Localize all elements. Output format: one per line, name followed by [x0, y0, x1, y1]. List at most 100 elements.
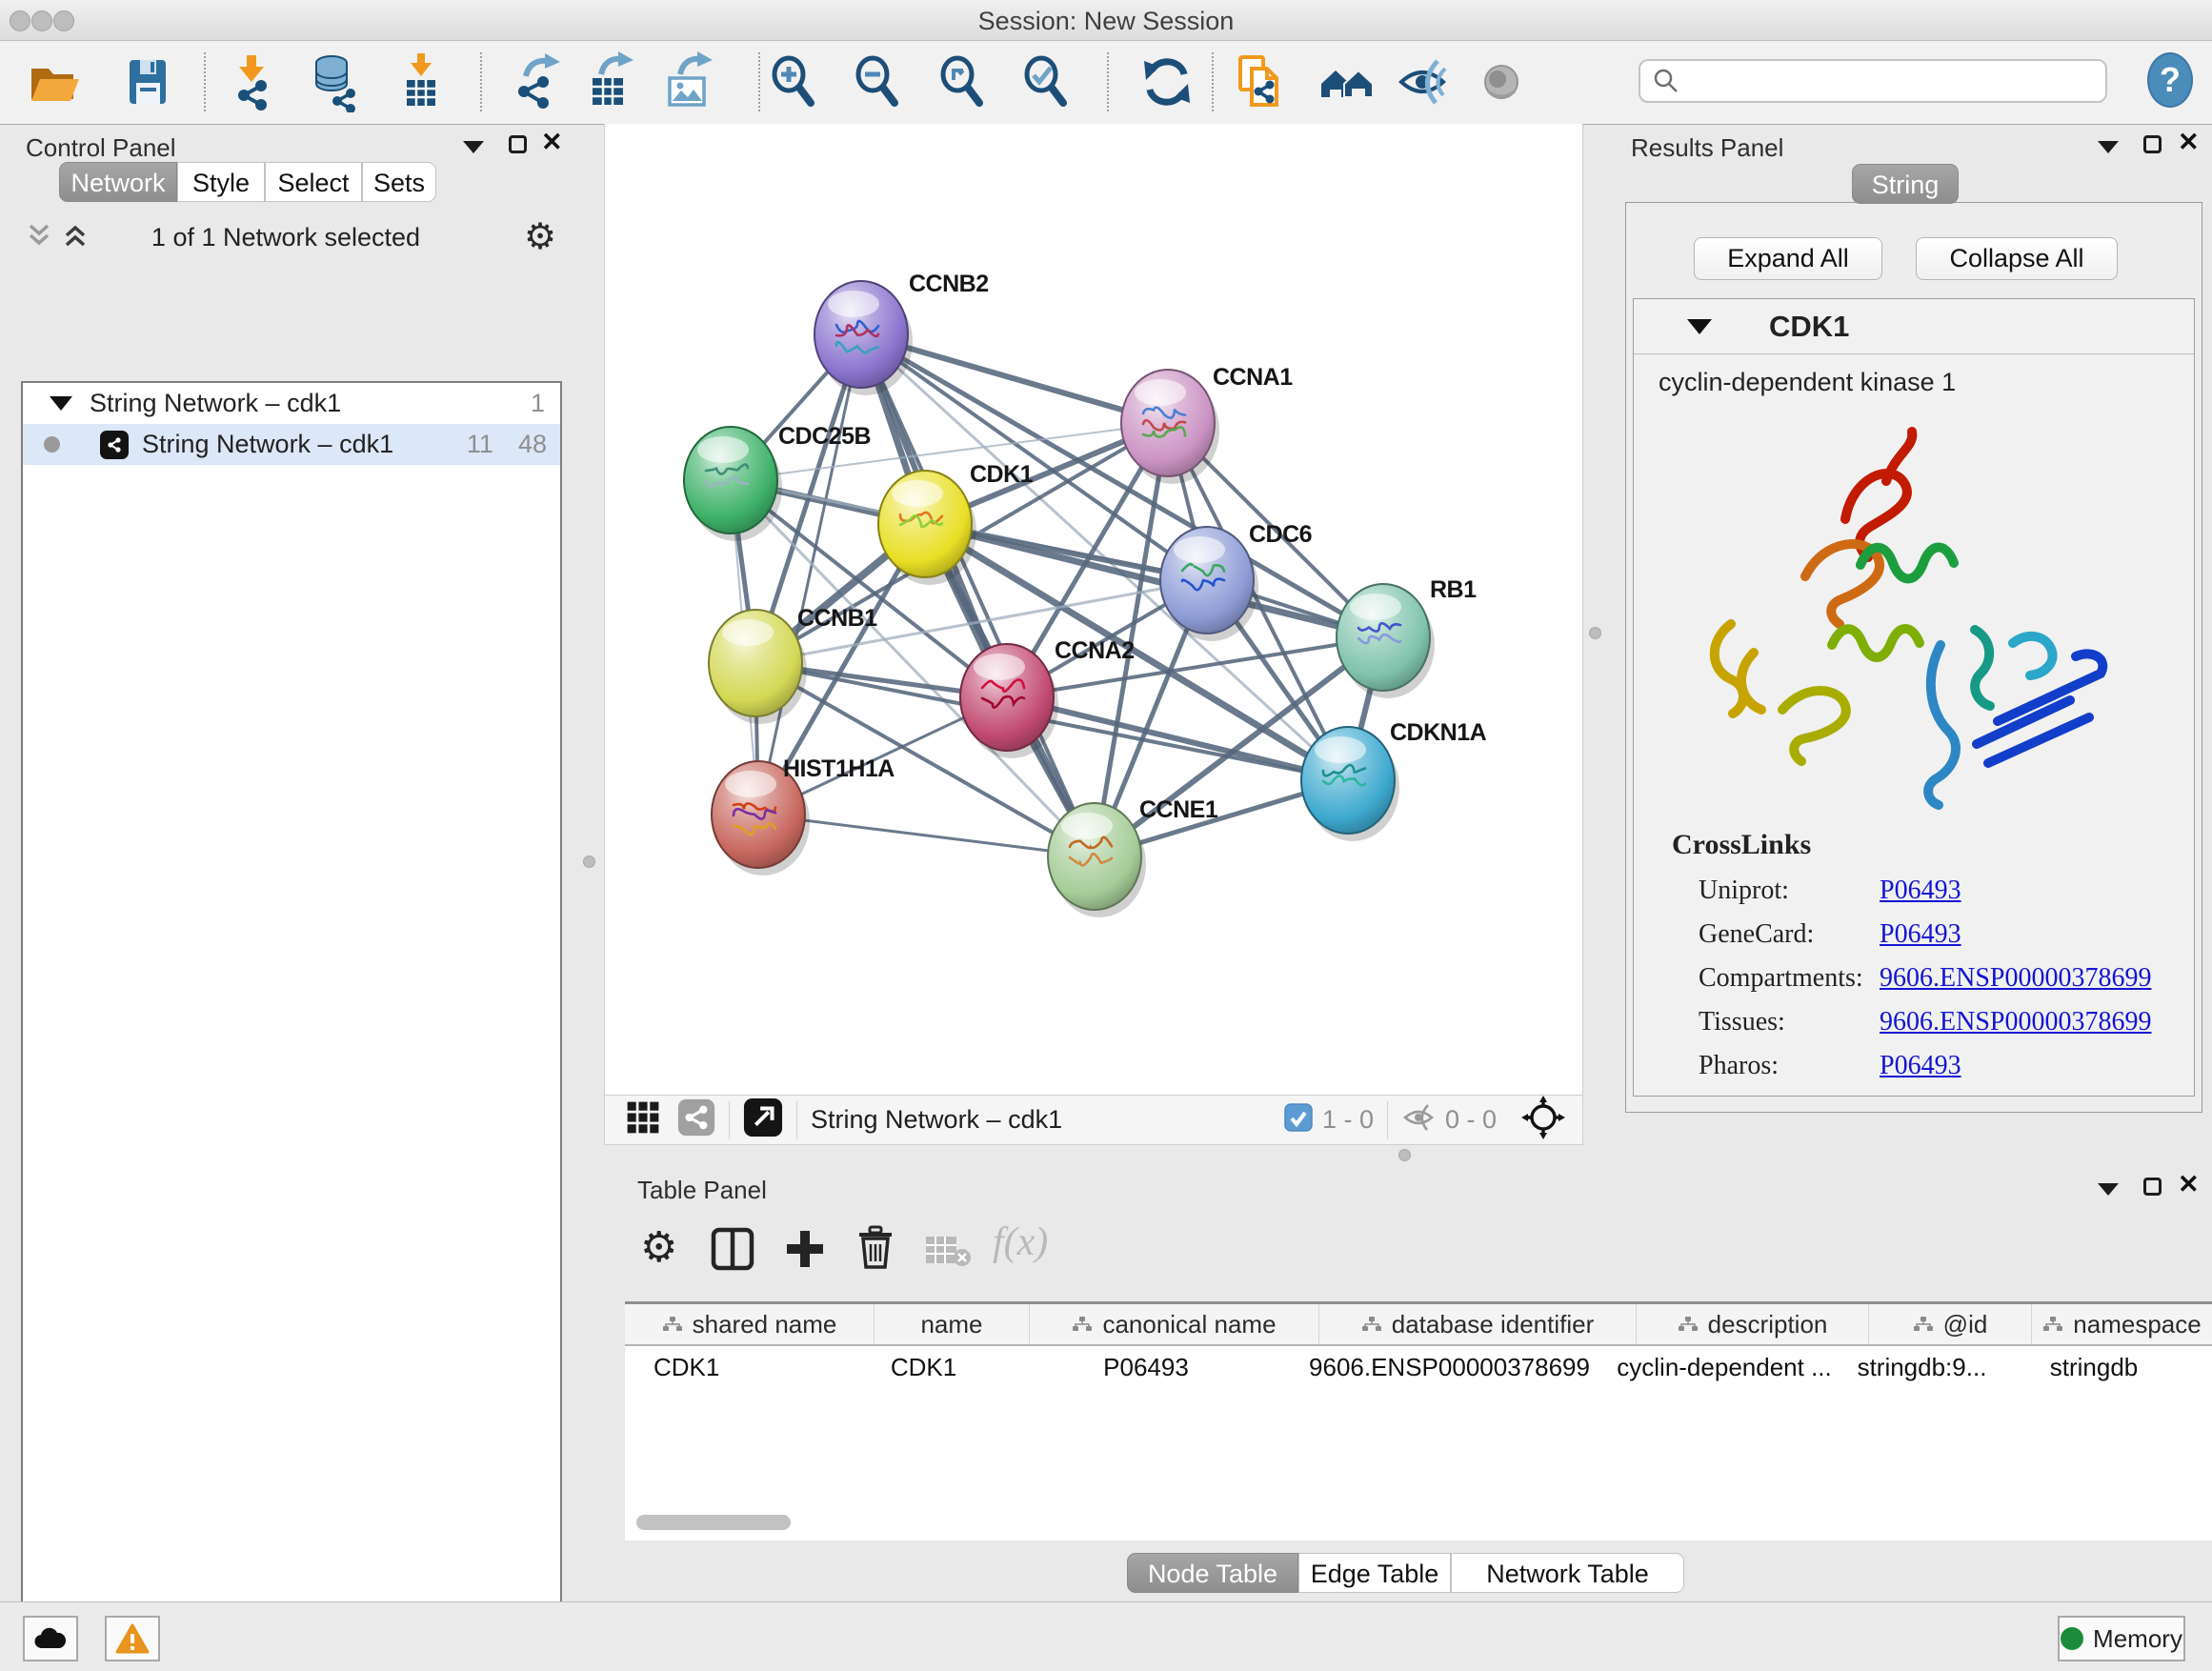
tab-select[interactable]: Select [265, 162, 362, 202]
network-canvas[interactable]: CCNB2CCNA1CDC25BCDK1CDC6RB1CCNB1CCNA2CDK… [604, 124, 1583, 1095]
table-panel-close-icon[interactable]: ✕ [2178, 1176, 2200, 1194]
table-row[interactable]: CDK1CDK1P064939606.ENSP00000378699cyclin… [625, 1346, 2212, 1388]
string-home-button[interactable] [1317, 50, 1379, 113]
control-panel-float-icon[interactable] [509, 135, 527, 158]
protein-header-row[interactable]: CDK1 [1634, 299, 2194, 354]
save-session-button[interactable] [116, 50, 179, 113]
export-image-button[interactable] [658, 50, 721, 113]
selected-checkbox-icon[interactable] [1284, 1103, 1313, 1137]
tab-edge-table[interactable]: Edge Table [1298, 1553, 1451, 1593]
results-panel-float-icon[interactable] [2143, 135, 2162, 158]
zoom-in-button[interactable] [763, 50, 826, 113]
tab-network-table[interactable]: Network Table [1451, 1553, 1684, 1593]
table-cell[interactable]: CDK1 [846, 1346, 1001, 1388]
network-row-selected[interactable]: String Network – cdk1 11 48 [23, 424, 560, 465]
table-hscroll-thumb[interactable] [636, 1515, 791, 1530]
export-network-button[interactable] [506, 50, 569, 113]
hidden-eye-icon[interactable] [1401, 1102, 1436, 1137]
crosslink-value-link[interactable]: 9606.ENSP00000378699 [1880, 963, 2151, 994]
table-cell[interactable]: cyclin-dependent ... [1608, 1346, 1840, 1388]
results-panel-close-icon[interactable]: ✕ [2178, 133, 2200, 151]
tab-network[interactable]: Network [59, 162, 177, 202]
network-edge-CCNB2-CCNE1[interactable] [861, 334, 1095, 856]
cloud-status-button[interactable] [23, 1616, 78, 1661]
table-panel-float-icon[interactable] [2143, 1178, 2162, 1200]
add-column-icon[interactable] [783, 1227, 827, 1276]
zoom-out-button[interactable] [847, 50, 910, 113]
zoom-fit-button[interactable] [932, 50, 995, 113]
network-node-CDC6[interactable] [1160, 527, 1258, 641]
network-options-gear-icon[interactable]: ⚙ [524, 215, 556, 258]
tab-style[interactable]: Style [177, 162, 265, 202]
column-header-description[interactable]: description [1637, 1304, 1869, 1344]
collapse-all-icon[interactable] [25, 223, 53, 252]
apply-layout-button[interactable] [1136, 50, 1198, 113]
export-table-button[interactable] [579, 50, 642, 113]
crosslink-value-link[interactable]: 9606.ENSP00000378699 [1880, 1007, 2151, 1037]
column-tree-icon [662, 1310, 683, 1339]
clone-network-button[interactable] [1228, 50, 1291, 113]
network-edge-CCNB2-HIST1H1A[interactable] [758, 334, 861, 815]
network-node-CCNA2[interactable] [960, 644, 1058, 758]
crosslink-value-link[interactable]: P06493 [1880, 919, 1961, 950]
network-node-CDKN1A[interactable] [1301, 727, 1399, 841]
network-collection-row[interactable]: String Network – cdk1 1 [23, 383, 560, 424]
expand-all-icon[interactable] [61, 223, 90, 252]
function-builder-icon[interactable]: f(x) [993, 1219, 1048, 1265]
network-node-RB1[interactable] [1337, 584, 1435, 698]
import-network-database-button[interactable] [304, 50, 367, 113]
column-header-@id[interactable]: @id [1869, 1304, 2032, 1344]
splitter-handle[interactable] [1398, 1149, 1411, 1161]
import-network-file-button[interactable] [220, 50, 283, 113]
open-session-button[interactable] [23, 50, 86, 113]
network-node-CCNA1[interactable] [1121, 370, 1219, 484]
help-button[interactable]: ? [2147, 52, 2193, 108]
tab-node-table[interactable]: Node Table [1127, 1553, 1298, 1593]
collapse-all-button[interactable]: Collapse All [1916, 237, 2118, 280]
table-cell[interactable]: stringdb [2003, 1346, 2184, 1388]
network-share-icon[interactable] [677, 1098, 715, 1141]
expand-all-button[interactable]: Expand All [1694, 237, 1882, 280]
detach-view-icon[interactable] [743, 1097, 783, 1142]
column-header-name[interactable]: name [875, 1304, 1030, 1344]
delete-column-trash-icon[interactable] [854, 1225, 897, 1274]
table-options-gear-icon[interactable]: ⚙ [640, 1223, 677, 1272]
grid-view-icon[interactable] [624, 1098, 662, 1141]
network-node-CCNB2[interactable] [814, 281, 913, 395]
delete-table-icon[interactable] [924, 1233, 972, 1274]
table-cell[interactable]: 9606.ENSP00000378699 [1291, 1346, 1608, 1388]
network-node-CCNE1[interactable] [1048, 803, 1146, 917]
control-panel-close-icon[interactable]: ✕ [541, 133, 563, 151]
memory-button[interactable]: Memory [2058, 1616, 2185, 1661]
table-hscroll-track[interactable] [625, 1511, 2212, 1536]
column-header-namespace[interactable]: namespace [2032, 1304, 2212, 1344]
splitter-handle[interactable] [1589, 627, 1601, 639]
show-columns-icon[interactable] [711, 1227, 754, 1276]
table-panel-menu-icon[interactable] [2098, 1183, 2119, 1200]
table-cell[interactable]: P06493 [1001, 1346, 1291, 1388]
zoom-selected-button[interactable] [1016, 50, 1078, 113]
column-header-canonical-name[interactable]: canonical name [1030, 1304, 1319, 1344]
results-panel-menu-icon[interactable] [2098, 141, 2119, 158]
crosslink-value-link[interactable]: P06493 [1880, 876, 1961, 906]
import-table-button[interactable] [390, 50, 452, 113]
column-header-shared-name[interactable]: shared name [625, 1304, 875, 1344]
hide-selected-button[interactable] [1393, 50, 1456, 113]
table-cell[interactable]: CDK1 [625, 1346, 846, 1388]
warnings-button[interactable] [105, 1616, 160, 1661]
network-node-CDC25B[interactable] [684, 427, 782, 541]
tab-string[interactable]: String [1852, 164, 1959, 204]
network-node-CDK1[interactable] [878, 471, 976, 585]
show-hidden-button[interactable] [1470, 50, 1533, 113]
control-panel-menu-icon[interactable] [463, 141, 484, 158]
protein-collapse-icon[interactable] [1687, 319, 1712, 334]
splitter-handle[interactable] [583, 856, 595, 868]
birds-eye-icon[interactable] [1521, 1096, 1565, 1144]
tab-sets[interactable]: Sets [362, 162, 436, 202]
search-input[interactable] [1688, 66, 2105, 97]
network-node-CCNB1[interactable] [709, 610, 807, 724]
collection-expand-icon[interactable] [50, 396, 72, 411]
table-cell[interactable]: stringdb:9... [1840, 1346, 2003, 1388]
crosslink-value-link[interactable]: P06493 [1880, 1051, 1961, 1081]
column-header-database-identifier[interactable]: database identifier [1319, 1304, 1637, 1344]
